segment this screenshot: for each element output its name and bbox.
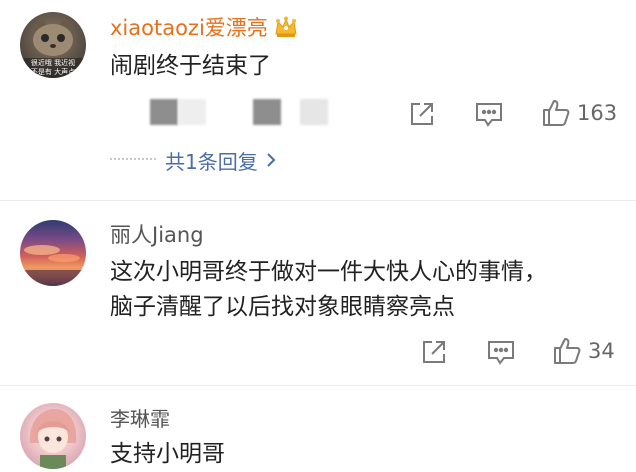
share-icon — [420, 338, 448, 366]
share-icon — [408, 100, 436, 128]
like-button[interactable]: 163 — [541, 98, 617, 128]
like-count: 163 — [577, 101, 618, 125]
reply-summary-label: 共1条回复 — [165, 150, 258, 174]
comment-actions: 163 — [0, 94, 636, 134]
comment-button[interactable] — [474, 100, 504, 128]
comment-item-3: 李琳霏 支持小明哥 — [0, 385, 636, 469]
avatar[interactable] — [20, 220, 86, 286]
view-replies-link[interactable]: 共1条回复 — [165, 146, 276, 175]
comment-text: 闹剧终于结束了 — [110, 53, 271, 79]
share-button[interactable] — [408, 100, 436, 128]
vip-crown-icon — [274, 16, 298, 43]
like-count: 34 — [588, 339, 615, 363]
share-button[interactable] — [420, 338, 448, 366]
avatar[interactable] — [20, 403, 86, 469]
comment-text: 支持小明哥 — [110, 441, 225, 467]
comment-actions: 34 — [0, 334, 636, 374]
chevron-right-icon — [266, 149, 276, 173]
comment-item-2: 丽人Jiang 这次小明哥终于做对一件大快人心的事情， 脑子清醒了以后找对象眼睛… — [0, 200, 636, 378]
comment-icon — [486, 338, 516, 366]
username[interactable]: 丽人Jiang — [110, 219, 204, 249]
username[interactable]: 李琳霏 — [110, 403, 170, 432]
anime-avatar-image — [29, 409, 77, 469]
like-icon — [552, 336, 582, 366]
like-button[interactable]: 34 — [552, 336, 615, 366]
comment-button[interactable] — [486, 338, 516, 366]
comment-icon — [474, 100, 504, 128]
comment-text: 这次小明哥终于做对一件大快人心的事情， 脑子清醒了以后找对象眼睛察亮点 — [110, 259, 547, 320]
reply-dots — [110, 158, 156, 162]
username[interactable]: xiaotaozi爱漂亮 — [110, 12, 298, 43]
sunset-avatar-image — [20, 245, 86, 286]
avatar-caption: 很近哦 我近视 不是有 大声点 — [30, 59, 76, 76]
like-icon — [541, 98, 571, 128]
avatar[interactable]: 很近哦 我近视 不是有 大声点 — [20, 12, 86, 78]
comment-item-1: 很近哦 我近视 不是有 大声点 xiaotaozi爱漂亮 闹剧终于结束了 163… — [0, 0, 636, 200]
